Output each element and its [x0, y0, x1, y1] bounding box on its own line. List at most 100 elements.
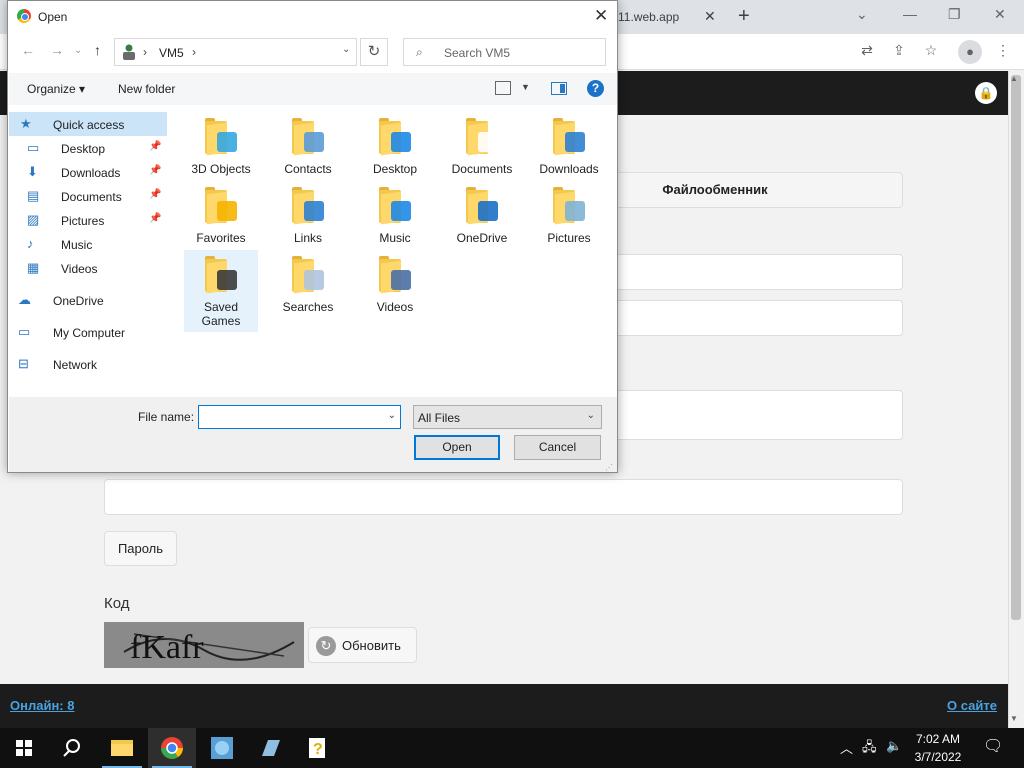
- nav-item-label: Music: [61, 238, 93, 252]
- nav-item-quick-access[interactable]: ★ Quick access: [9, 112, 167, 136]
- back-icon[interactable]: ←: [21, 42, 35, 58]
- folder-links[interactable]: Links: [271, 181, 345, 249]
- folder-favorites[interactable]: Favorites: [184, 181, 258, 249]
- folder-label: Videos: [376, 300, 414, 314]
- search-icon: [63, 739, 80, 757]
- chrome-taskbar-item[interactable]: [148, 728, 196, 768]
- scroll-down-icon[interactable]: ▼: [1010, 714, 1018, 723]
- help-icon[interactable]: ?: [587, 80, 604, 97]
- minimize-button[interactable]: —: [903, 6, 917, 22]
- share-icon[interactable]: ⇪: [888, 42, 910, 62]
- restore-button[interactable]: ❐: [948, 6, 961, 23]
- translate-icon[interactable]: ⇄: [856, 42, 878, 62]
- cancel-button[interactable]: Cancel: [514, 435, 601, 460]
- password-input[interactable]: [104, 479, 903, 515]
- nav-item-documents[interactable]: ▤ Documents 📌: [9, 184, 167, 208]
- start-button[interactable]: [0, 728, 48, 768]
- folder-icon: [292, 256, 324, 294]
- show-hidden-icons[interactable]: ︿: [840, 738, 853, 757]
- app-taskbar-item[interactable]: [198, 728, 246, 768]
- about-link[interactable]: О сайте: [947, 698, 997, 713]
- close-tab-icon[interactable]: ✕: [704, 8, 716, 25]
- folder-music[interactable]: Music: [358, 181, 432, 249]
- tab-search-icon[interactable]: ⌄: [856, 6, 868, 23]
- chevron-down-icon[interactable]: ⌄: [388, 410, 396, 421]
- folder-contacts[interactable]: Contacts: [271, 112, 345, 180]
- app-taskbar-item[interactable]: [246, 728, 294, 768]
- notifications-icon[interactable]: 🗨: [983, 736, 1003, 756]
- browser-tab[interactable]: 11.web.app ✕: [612, 0, 730, 34]
- resize-grip-icon[interactable]: ⋰: [605, 463, 613, 472]
- chevron-down-icon[interactable]: ▼: [521, 82, 530, 92]
- system-clock[interactable]: 7:02 AM 3/7/2022: [900, 730, 976, 766]
- folder-documents[interactable]: Documents: [445, 112, 519, 180]
- nav-item-label: Pictures: [61, 214, 105, 228]
- up-folder-icon[interactable]: ↑: [94, 42, 101, 58]
- scroll-up-icon[interactable]: ▲: [1010, 74, 1018, 83]
- lock-icon[interactable]: 🔒: [975, 82, 997, 104]
- pin-icon[interactable]: 📌: [149, 189, 161, 200]
- open-button[interactable]: Open: [414, 435, 500, 460]
- app-taskbar-item[interactable]: ?: [294, 728, 342, 768]
- nav-item-desktop[interactable]: ▭ Desktop 📌: [9, 136, 167, 160]
- close-dialog-button[interactable]: ✕: [594, 6, 608, 26]
- folder-videos[interactable]: Videos: [358, 250, 432, 318]
- address-bar[interactable]: › VM5 › ⌄: [114, 38, 357, 66]
- forward-icon[interactable]: →: [50, 42, 64, 58]
- new-tab-button[interactable]: +: [738, 5, 750, 28]
- breadcrumb-vm5[interactable]: VM5: [159, 46, 184, 60]
- folder-desktop[interactable]: Desktop: [358, 112, 432, 180]
- folder-onedrive[interactable]: OneDrive: [445, 181, 519, 249]
- refresh-location-button[interactable]: ↻: [360, 38, 388, 66]
- password-button[interactable]: Пароль: [104, 531, 177, 566]
- profile-avatar[interactable]: ●: [958, 40, 982, 64]
- recent-locations-icon[interactable]: ⌄: [74, 45, 82, 56]
- folder-label: Downloads: [539, 162, 599, 176]
- file-type-select[interactable]: All Files ⌄: [413, 405, 602, 429]
- folder-pictures[interactable]: Pictures: [532, 181, 606, 249]
- bookmark-star-icon[interactable]: ☆: [920, 42, 942, 62]
- pin-icon[interactable]: 📌: [149, 213, 161, 224]
- videos-icon: ▦: [27, 260, 40, 275]
- folder-searches[interactable]: Searches: [271, 250, 345, 318]
- pin-icon[interactable]: 📌: [149, 141, 161, 152]
- notepad-icon: [262, 740, 280, 756]
- online-link[interactable]: Онлайн: 8: [10, 698, 74, 713]
- new-folder-button[interactable]: New folder: [118, 82, 175, 96]
- folder-label: Pictures: [547, 231, 591, 245]
- file-explorer-taskbar-item[interactable]: [98, 728, 146, 768]
- folder-label: Links: [293, 231, 322, 245]
- folder-label: Music: [379, 231, 411, 245]
- nav-item-music[interactable]: ♪ Music: [9, 232, 167, 256]
- chevron-down-icon[interactable]: ⌄: [342, 44, 350, 55]
- chrome-icon: [17, 9, 31, 23]
- search-button[interactable]: [48, 728, 96, 768]
- nav-item-onedrive[interactable]: ☁ OneDrive: [9, 288, 167, 312]
- file-name-input[interactable]: ⌄: [198, 405, 401, 429]
- captcha-image: fKafr: [104, 622, 304, 668]
- nav-item-videos[interactable]: ▦ Videos: [9, 256, 167, 280]
- organize-button[interactable]: Organize ▾: [27, 82, 85, 96]
- folder-downloads[interactable]: Downloads: [532, 112, 606, 180]
- view-options-icon[interactable]: [495, 81, 511, 95]
- network-icon: ⊟: [18, 356, 29, 371]
- folder-icon: [292, 118, 324, 156]
- preview-pane-icon[interactable]: [551, 82, 567, 95]
- nav-item-my-computer[interactable]: ▭ My Computer: [9, 320, 167, 344]
- scrollbar-thumb[interactable]: [1011, 75, 1021, 620]
- network-icon[interactable]: 🖧: [862, 738, 877, 760]
- breadcrumb-separator-icon: ›: [143, 45, 147, 59]
- refresh-captcha-button[interactable]: ↻ Обновить: [308, 627, 417, 663]
- folder-saved-games[interactable]: Saved Games: [184, 250, 258, 332]
- pin-icon[interactable]: 📌: [149, 165, 161, 176]
- nav-item-downloads[interactable]: ⬇ Downloads 📌: [9, 160, 167, 184]
- search-input[interactable]: ⌕ Search VM5: [403, 38, 606, 66]
- search-icon: ⌕: [416, 45, 423, 59]
- nav-item-network[interactable]: ⊟ Network: [9, 352, 167, 376]
- nav-item-pictures[interactable]: ▨ Pictures 📌: [9, 208, 167, 232]
- folder-icon: [553, 118, 585, 156]
- menu-icon[interactable]: ⋮: [992, 42, 1014, 62]
- close-window-button[interactable]: ✕: [994, 6, 1006, 23]
- dialog-footer: File name: ⌄ All Files ⌄ Open Cancel: [9, 397, 617, 472]
- folder-3d-objects[interactable]: 3D Objects: [184, 112, 258, 180]
